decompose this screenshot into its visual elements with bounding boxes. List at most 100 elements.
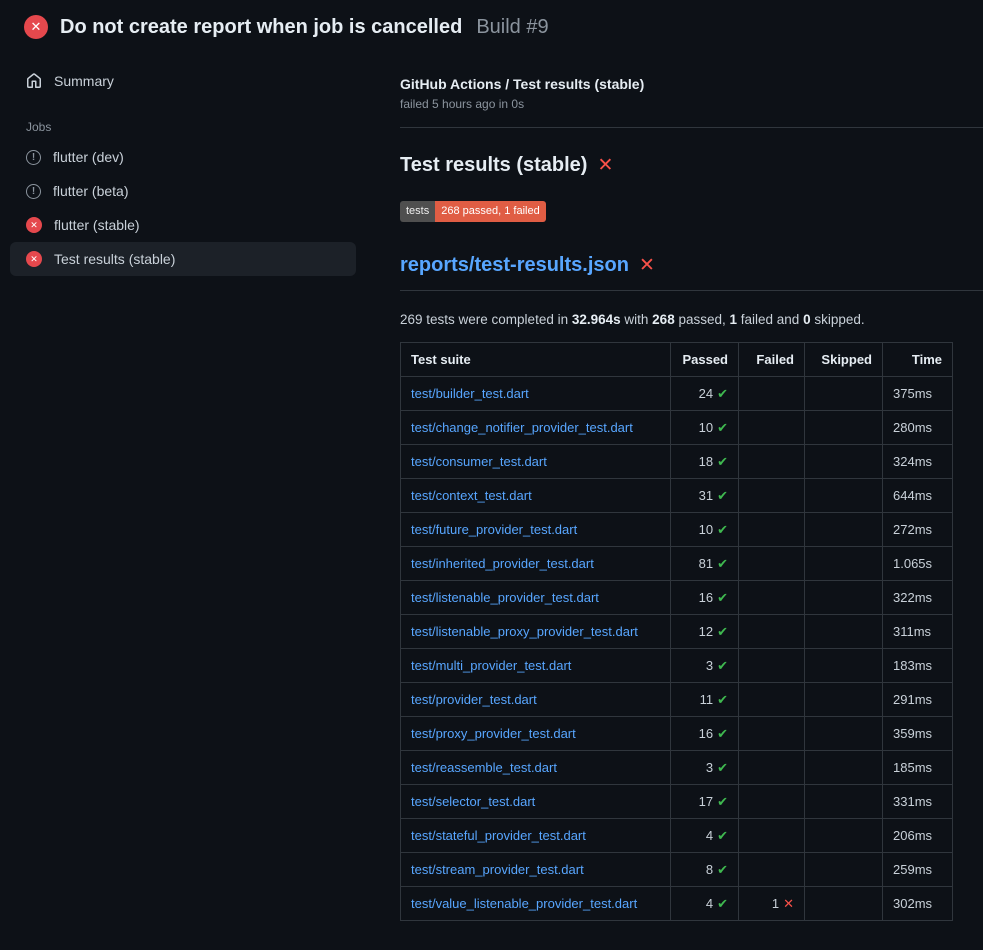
breadcrumb: GitHub Actions / Test results (stable) bbox=[400, 76, 983, 92]
suite-link[interactable]: test/value_listenable_provider_test.dart bbox=[411, 896, 637, 911]
summary-failed-count: 1 bbox=[730, 312, 738, 327]
time-cell: 183ms bbox=[883, 649, 953, 683]
sidebar-item-flutter-dev[interactable]: ! flutter (dev) bbox=[10, 140, 356, 174]
suite-link[interactable]: test/provider_test.dart bbox=[411, 692, 537, 707]
time-cell: 280ms bbox=[883, 411, 953, 445]
run-status-line: failed 5 hours ago in 0s bbox=[400, 97, 983, 111]
summary-text: with bbox=[621, 312, 653, 327]
suite-link[interactable]: test/listenable_provider_test.dart bbox=[411, 590, 599, 605]
skipped-cell bbox=[805, 411, 883, 445]
table-row: test/selector_test.dart 17✔ 331ms bbox=[401, 785, 953, 819]
passed-count: 24 bbox=[699, 386, 713, 401]
summary-duration: 32.964s bbox=[572, 312, 621, 327]
suite-link[interactable]: test/proxy_provider_test.dart bbox=[411, 726, 576, 741]
column-header-passed: Passed bbox=[671, 343, 739, 377]
failed-status-icon: ✕ bbox=[26, 217, 42, 233]
column-header-skipped: Skipped bbox=[805, 343, 883, 377]
job-label: flutter (dev) bbox=[53, 149, 124, 165]
passed-count: 8 bbox=[706, 862, 713, 877]
sidebar-summary-label: Summary bbox=[54, 73, 114, 89]
passed-count: 10 bbox=[699, 420, 713, 435]
page-title: Do not create report when job is cancell… bbox=[60, 16, 462, 39]
sidebar-item-flutter-stable[interactable]: ✕ flutter (stable) bbox=[10, 208, 356, 242]
skipped-cell bbox=[805, 649, 883, 683]
failed-cell bbox=[739, 819, 805, 853]
passed-cell: 4✔ bbox=[671, 819, 739, 853]
passed-cell: 16✔ bbox=[671, 581, 739, 615]
sidebar-item-test-results-stable[interactable]: ✕ Test results (stable) bbox=[10, 242, 356, 276]
time-cell: 375ms bbox=[883, 377, 953, 411]
failed-cell bbox=[739, 411, 805, 445]
neutral-status-icon: ! bbox=[26, 150, 41, 165]
summary-text: failed and bbox=[737, 312, 803, 327]
skipped-cell bbox=[805, 615, 883, 649]
time-cell: 311ms bbox=[883, 615, 953, 649]
sidebar-item-flutter-beta[interactable]: ! flutter (beta) bbox=[10, 174, 356, 208]
time-cell: 322ms bbox=[883, 581, 953, 615]
passed-count: 17 bbox=[699, 794, 713, 809]
summary-text: skipped. bbox=[811, 312, 865, 327]
section-title: Test results (stable) ✕ bbox=[400, 154, 983, 177]
passed-cell: 3✔ bbox=[671, 751, 739, 785]
divider bbox=[400, 127, 983, 128]
suite-link[interactable]: test/consumer_test.dart bbox=[411, 454, 547, 469]
build-number: Build #9 bbox=[476, 16, 548, 39]
divider bbox=[400, 290, 983, 291]
table-row: test/stateful_provider_test.dart 4✔ 206m… bbox=[401, 819, 953, 853]
main-content: GitHub Actions / Test results (stable) f… bbox=[370, 52, 983, 921]
suite-link[interactable]: test/reassemble_test.dart bbox=[411, 760, 557, 775]
suite-link[interactable]: test/multi_provider_test.dart bbox=[411, 658, 571, 673]
passed-cell: 24✔ bbox=[671, 377, 739, 411]
failed-cell bbox=[739, 547, 805, 581]
suite-link[interactable]: test/context_test.dart bbox=[411, 488, 532, 503]
failed-x-icon: ✕ bbox=[597, 156, 613, 175]
check-icon: ✔ bbox=[717, 658, 728, 673]
time-cell: 331ms bbox=[883, 785, 953, 819]
test-results-table: Test suite Passed Failed Skipped Time te… bbox=[400, 342, 953, 921]
skipped-cell bbox=[805, 819, 883, 853]
summary-passed-count: 268 bbox=[652, 312, 675, 327]
suite-link[interactable]: test/stream_provider_test.dart bbox=[411, 862, 584, 877]
time-cell: 1.065s bbox=[883, 547, 953, 581]
suite-link[interactable]: test/stateful_provider_test.dart bbox=[411, 828, 586, 843]
tests-status-badge: tests 268 passed, 1 failed bbox=[400, 201, 546, 222]
table-row: test/listenable_proxy_provider_test.dart… bbox=[401, 615, 953, 649]
skipped-cell bbox=[805, 479, 883, 513]
skipped-cell bbox=[805, 581, 883, 615]
failed-cell bbox=[739, 377, 805, 411]
passed-count: 81 bbox=[699, 556, 713, 571]
suite-link[interactable]: test/selector_test.dart bbox=[411, 794, 535, 809]
failed-cell: 1✕ bbox=[739, 887, 805, 921]
passed-cell: 10 ✔ bbox=[671, 411, 739, 445]
suite-link[interactable]: test/listenable_proxy_provider_test.dart bbox=[411, 624, 638, 639]
time-cell: 291ms bbox=[883, 683, 953, 717]
sidebar-item-summary[interactable]: Summary bbox=[10, 64, 356, 98]
suite-link[interactable]: test/builder_test.dart bbox=[411, 386, 529, 401]
table-row: test/stream_provider_test.dart 8✔ 259ms bbox=[401, 853, 953, 887]
failed-cell bbox=[739, 513, 805, 547]
skipped-cell bbox=[805, 887, 883, 921]
time-cell: 359ms bbox=[883, 717, 953, 751]
check-icon: ✔ bbox=[717, 624, 728, 639]
job-label: flutter (beta) bbox=[53, 183, 128, 199]
passed-count: 4 bbox=[706, 896, 713, 911]
report-file-link[interactable]: reports/test-results.json ✕ bbox=[400, 254, 655, 277]
column-header-test-suite: Test suite bbox=[401, 343, 671, 377]
home-icon bbox=[26, 73, 42, 89]
cross-icon: ✕ bbox=[783, 896, 794, 911]
passed-cell: 4✔ bbox=[671, 887, 739, 921]
failed-cell bbox=[739, 853, 805, 887]
passed-count: 4 bbox=[706, 828, 713, 843]
table-row: test/value_listenable_provider_test.dart… bbox=[401, 887, 953, 921]
failed-cell bbox=[739, 445, 805, 479]
failed-cell bbox=[739, 751, 805, 785]
suite-link[interactable]: test/change_notifier_provider_test.dart bbox=[411, 420, 633, 435]
jobs-section-heading: Jobs bbox=[26, 120, 354, 134]
time-cell: 644ms bbox=[883, 479, 953, 513]
suite-link[interactable]: test/future_provider_test.dart bbox=[411, 522, 577, 537]
passed-count: 16 bbox=[699, 590, 713, 605]
suite-link[interactable]: test/inherited_provider_test.dart bbox=[411, 556, 594, 571]
check-icon: ✔ bbox=[717, 420, 728, 435]
passed-count: 31 bbox=[699, 488, 713, 503]
column-header-failed: Failed bbox=[739, 343, 805, 377]
